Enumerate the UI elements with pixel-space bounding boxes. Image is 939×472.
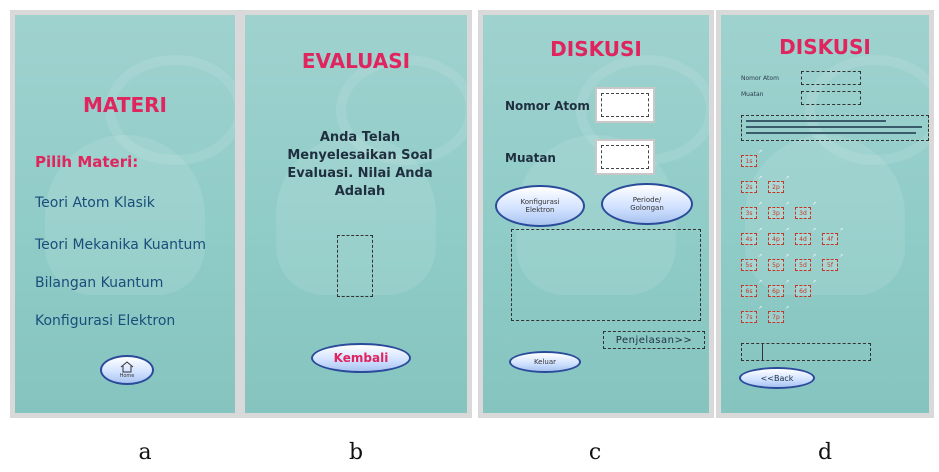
orbital-6d[interactable]: 6d	[795, 285, 811, 297]
orbital-arrow: ↗	[785, 201, 790, 207]
result-display	[511, 229, 701, 321]
orbital-arrow: ↗	[758, 253, 763, 259]
orbital-arrow: ↗	[758, 175, 763, 181]
muatan-label: Muatan	[741, 91, 764, 98]
orbital-arrow: ↗	[839, 253, 844, 259]
back-label: <<Back	[760, 373, 794, 383]
orbital-3s[interactable]: 3s	[741, 207, 757, 219]
kembali-label: Kembali	[333, 351, 389, 365]
orbital-4f[interactable]: 4f	[822, 233, 838, 245]
page-title: DISKUSI	[779, 35, 871, 59]
nomor-atom-label: Nomor Atom	[741, 75, 779, 82]
penjelasan-label: Penjelasan>>	[615, 334, 693, 346]
muatan-input[interactable]	[801, 91, 861, 105]
back-button[interactable]: <<Back	[739, 367, 815, 389]
orbital-7s[interactable]: 7s	[741, 311, 757, 323]
konfigurasi-elektron-label: Konfigurasi Elektron	[520, 198, 560, 214]
orbital-arrow: ↗	[785, 227, 790, 233]
orbital-5s[interactable]: 5s	[741, 259, 757, 271]
orbital-4p[interactable]: 4p	[768, 233, 784, 245]
orbital-arrow: ↗	[785, 279, 790, 285]
panel-diskusi-c: DISKUSI Nomor Atom Muatan Konfigurasi El…	[478, 10, 714, 418]
kembali-button[interactable]: Kembali	[311, 343, 411, 373]
nomor-atom-input[interactable]	[801, 71, 861, 85]
keluar-button[interactable]: Keluar	[509, 351, 581, 373]
home-label: Home	[119, 373, 135, 379]
orbital-7p[interactable]: 7p	[768, 311, 784, 323]
orbital-arrow: ↗	[758, 201, 763, 207]
home-icon	[120, 361, 134, 373]
periode-golongan-label: Periode/ Golongan	[630, 196, 664, 212]
orbital-arrow: ↗	[785, 305, 790, 311]
page-title: DISKUSI	[550, 37, 642, 61]
orbital-1s[interactable]: 1s	[741, 155, 757, 167]
menu-item-bilangan-kuantum[interactable]: Bilangan Kuantum	[35, 275, 163, 291]
keluar-label: Keluar	[533, 358, 557, 366]
orbital-arrow: ↗	[758, 279, 763, 285]
orbital-arrow: ↗	[758, 149, 763, 155]
caption-d: d	[817, 440, 833, 465]
caption-a: a	[138, 440, 152, 465]
orbital-4d[interactable]: 4d	[795, 233, 811, 245]
caption-b: b	[348, 440, 364, 465]
orbital-2s[interactable]: 2s	[741, 181, 757, 193]
orbital-3d[interactable]: 3d	[795, 207, 811, 219]
konfigurasi-elektron-button[interactable]: Konfigurasi Elektron	[495, 185, 585, 227]
periode-golongan-button[interactable]: Periode/ Golongan	[601, 183, 693, 225]
score-field	[337, 235, 373, 297]
orbital-4s[interactable]: 4s	[741, 233, 757, 245]
nomor-atom-input[interactable]	[595, 87, 655, 123]
panel-materi: MATERI Pilih Materi: Teori Atom Klasik T…	[10, 10, 240, 418]
home-button[interactable]: Home	[100, 355, 154, 385]
orbital-3p[interactable]: 3p	[768, 207, 784, 219]
orbital-6p[interactable]: 6p	[768, 285, 784, 297]
orbital-5f[interactable]: 5f	[822, 259, 838, 271]
orbital-arrow: ↗	[758, 227, 763, 233]
menu-subtitle: Pilih Materi:	[35, 153, 139, 171]
evaluation-message: Anda Telah Menyelesaikan Soal Evaluasi. …	[287, 130, 433, 199]
orbital-arrow: ↗	[812, 253, 817, 259]
menu-item-teori-mekanika-kuantum[interactable]: Teori Mekanika Kuantum	[35, 237, 206, 253]
panel-diskusi-d: DISKUSI Nomor Atom Muatan 1s ↗ 2s ↗ 2p ↗ 3s ↗ 3p…	[716, 10, 934, 418]
orbital-arrow: ↗	[812, 201, 817, 207]
orbital-6s[interactable]: 6s	[741, 285, 757, 297]
orbital-arrow: ↗	[785, 175, 790, 181]
orbital-5d[interactable]: 5d	[795, 259, 811, 271]
panel-evaluasi: EVALUASI Anda Telah Menyelesaikan Soal E…	[240, 10, 472, 418]
orbital-arrow: ↗	[758, 305, 763, 311]
page-title: EVALUASI	[301, 49, 411, 73]
orbital-arrow: ↗	[839, 227, 844, 233]
menu-item-teori-atom-klasik[interactable]: Teori Atom Klasik	[35, 195, 155, 211]
orbital-arrow: ↗	[812, 227, 817, 233]
orbital-arrow: ↗	[812, 279, 817, 285]
configuration-text-box	[741, 115, 929, 141]
muatan-label: Muatan	[505, 151, 556, 165]
muatan-input[interactable]	[595, 139, 655, 175]
caption-c: c	[588, 440, 602, 465]
nomor-atom-label: Nomor Atom	[505, 99, 590, 113]
orbital-5p[interactable]: 5p	[768, 259, 784, 271]
menu-item-konfigurasi-elektron[interactable]: Konfigurasi Elektron	[35, 313, 175, 329]
orbital-output-field	[741, 343, 871, 361]
page-title: MATERI	[83, 93, 167, 117]
penjelasan-button[interactable]: Penjelasan>>	[603, 331, 705, 349]
orbital-2p[interactable]: 2p	[768, 181, 784, 193]
orbital-arrow: ↗	[785, 253, 790, 259]
